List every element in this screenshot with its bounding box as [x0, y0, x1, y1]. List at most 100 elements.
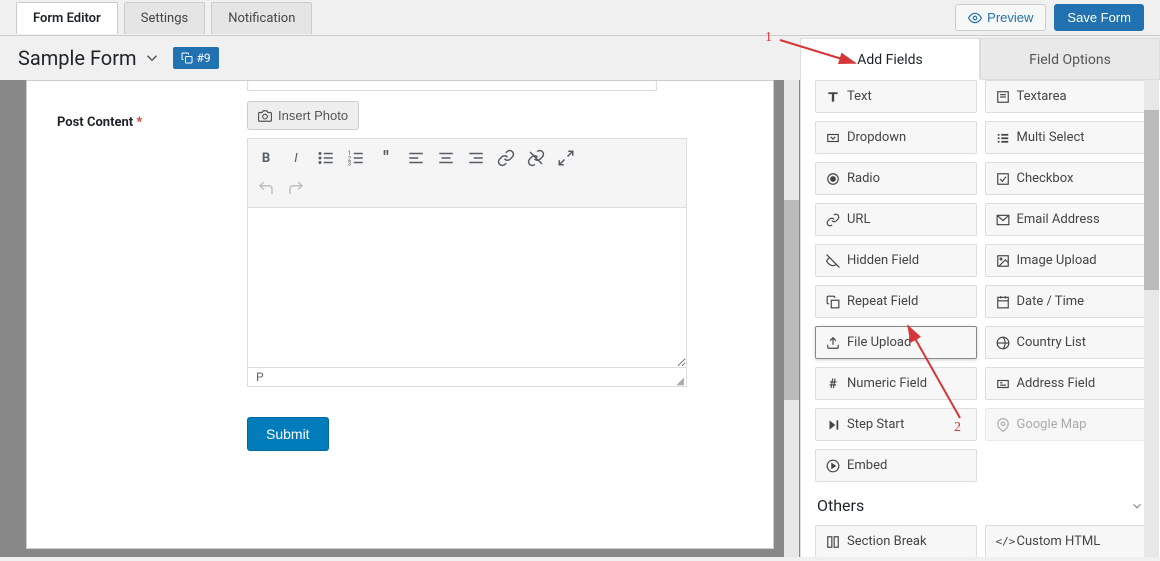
field-multi-select[interactable]: Multi Select	[985, 121, 1147, 154]
field-post-content: Post Content * Insert Photo B I 123	[57, 101, 743, 451]
bold-button[interactable]: B	[252, 145, 280, 171]
blockquote-button[interactable]: "	[372, 145, 400, 171]
redo-button[interactable]	[282, 175, 310, 201]
map-pin-icon	[996, 418, 1010, 432]
top-actions: Preview Save Form	[955, 4, 1144, 31]
copy-icon	[826, 295, 840, 309]
tab-field-options[interactable]: Field Options	[980, 38, 1160, 80]
field-dropdown[interactable]: Dropdown	[815, 121, 977, 154]
align-left-button[interactable]	[402, 145, 430, 171]
others-grid: Section Break </>Custom HTML	[815, 525, 1146, 557]
tab-form-editor[interactable]: Form Editor	[16, 2, 118, 34]
field-text[interactable]: Text	[815, 80, 977, 113]
undo-button[interactable]	[252, 175, 280, 201]
text-input[interactable]	[247, 80, 657, 91]
stage-scrollbar-thumb[interactable]	[784, 200, 799, 400]
field-custom-html[interactable]: </>Custom HTML	[985, 525, 1147, 557]
list-icon	[996, 131, 1010, 145]
field-label: Post Content *	[57, 101, 247, 451]
form-title-text: Sample Form	[18, 46, 137, 70]
field-numeric[interactable]: #Numeric Field	[815, 367, 977, 400]
dropdown-icon	[826, 131, 840, 145]
calendar-icon	[996, 295, 1010, 309]
field-label: Date / Time	[1017, 294, 1085, 309]
section-others[interactable]: Others	[815, 482, 1146, 525]
italic-button[interactable]: I	[282, 145, 310, 171]
field-label: Address Field	[1017, 376, 1096, 391]
align-center-button[interactable]	[432, 145, 460, 171]
link-button[interactable]	[492, 145, 520, 171]
field-label: File Upload	[847, 335, 911, 350]
field-label: Embed	[847, 458, 887, 473]
fields-scroll[interactable]: Text Textarea Dropdown Multi Select Radi…	[800, 80, 1160, 557]
top-tabs: Form Editor Settings Notification	[16, 2, 312, 34]
panel-scrollbar-thumb[interactable]	[1144, 110, 1159, 290]
email-icon	[996, 213, 1010, 227]
main: Post Content * Insert Photo B I 123	[0, 80, 1160, 557]
insert-photo-label: Insert Photo	[278, 108, 348, 123]
copy-icon	[181, 52, 193, 64]
field-label: Country List	[1017, 335, 1087, 350]
field-section-break[interactable]: Section Break	[815, 525, 977, 557]
preview-button[interactable]: Preview	[955, 4, 1046, 31]
field-google-map: Google Map	[985, 408, 1147, 441]
eye-icon	[968, 11, 982, 25]
unlink-button[interactable]	[522, 145, 550, 171]
checkbox-icon	[996, 172, 1010, 186]
editor-body[interactable]	[247, 208, 687, 368]
side-panel: Add Fields Field Options Text Textarea D…	[800, 80, 1160, 557]
annotation-1: 1	[765, 30, 772, 46]
save-form-button[interactable]: Save Form	[1054, 4, 1144, 31]
field-hidden[interactable]: Hidden Field	[815, 244, 977, 277]
field-label: Multi Select	[1017, 130, 1085, 145]
bullet-list-button[interactable]	[312, 145, 340, 171]
chevron-down-icon	[1130, 499, 1144, 513]
field-embed[interactable]: Embed	[815, 449, 977, 482]
camera-icon	[258, 109, 272, 123]
text-icon	[826, 90, 840, 104]
stage-outer: Post Content * Insert Photo B I 123	[0, 80, 800, 557]
field-repeat[interactable]: Repeat Field	[815, 285, 977, 318]
section-label: Others	[817, 496, 864, 515]
chevron-down-icon	[143, 49, 161, 67]
field-url[interactable]: URL	[815, 203, 977, 236]
field-label: Hidden Field	[847, 253, 919, 268]
field-label: Textarea	[1017, 89, 1067, 104]
fullscreen-button[interactable]	[552, 145, 580, 171]
form-title[interactable]: Sample Form	[18, 46, 161, 70]
globe-icon	[996, 336, 1010, 350]
field-address[interactable]: Address Field	[985, 367, 1147, 400]
field-textarea[interactable]: Textarea	[985, 80, 1147, 113]
form-id-badge[interactable]: #9	[173, 47, 219, 69]
field-email[interactable]: Email Address	[985, 203, 1147, 236]
field-label: Radio	[847, 171, 880, 186]
field-file-upload[interactable]: File Upload	[815, 326, 977, 359]
preview-label: Preview	[987, 10, 1033, 25]
field-label: Custom HTML	[1017, 534, 1101, 549]
number-list-button[interactable]: 123	[342, 145, 370, 171]
hash-icon: #	[826, 377, 840, 391]
field-image-upload[interactable]: Image Upload	[985, 244, 1147, 277]
submit-button[interactable]: Submit	[247, 417, 329, 451]
field-checkbox[interactable]: Checkbox	[985, 162, 1147, 195]
field-label: Dropdown	[847, 130, 906, 145]
field-label: Step Start	[847, 417, 904, 432]
field-label: Checkbox	[1017, 171, 1074, 186]
editor-toolbar: B I 123 "	[247, 138, 687, 208]
textarea-icon	[996, 90, 1010, 104]
field-prev	[57, 80, 743, 91]
align-right-button[interactable]	[462, 145, 490, 171]
field-radio[interactable]: Radio	[815, 162, 977, 195]
field-label: Google Map	[1017, 417, 1087, 432]
insert-photo-button[interactable]: Insert Photo	[247, 101, 359, 130]
panel-tabs: Add Fields Field Options	[800, 38, 1160, 80]
radio-icon	[826, 172, 840, 186]
tab-notification[interactable]: Notification	[211, 2, 312, 34]
step-icon	[826, 418, 840, 432]
field-step-start[interactable]: Step Start	[815, 408, 977, 441]
tab-settings[interactable]: Settings	[124, 2, 205, 34]
tab-add-fields[interactable]: Add Fields	[800, 38, 980, 80]
field-country[interactable]: Country List	[985, 326, 1147, 359]
field-datetime[interactable]: Date / Time	[985, 285, 1147, 318]
field-label: Repeat Field	[847, 294, 918, 309]
